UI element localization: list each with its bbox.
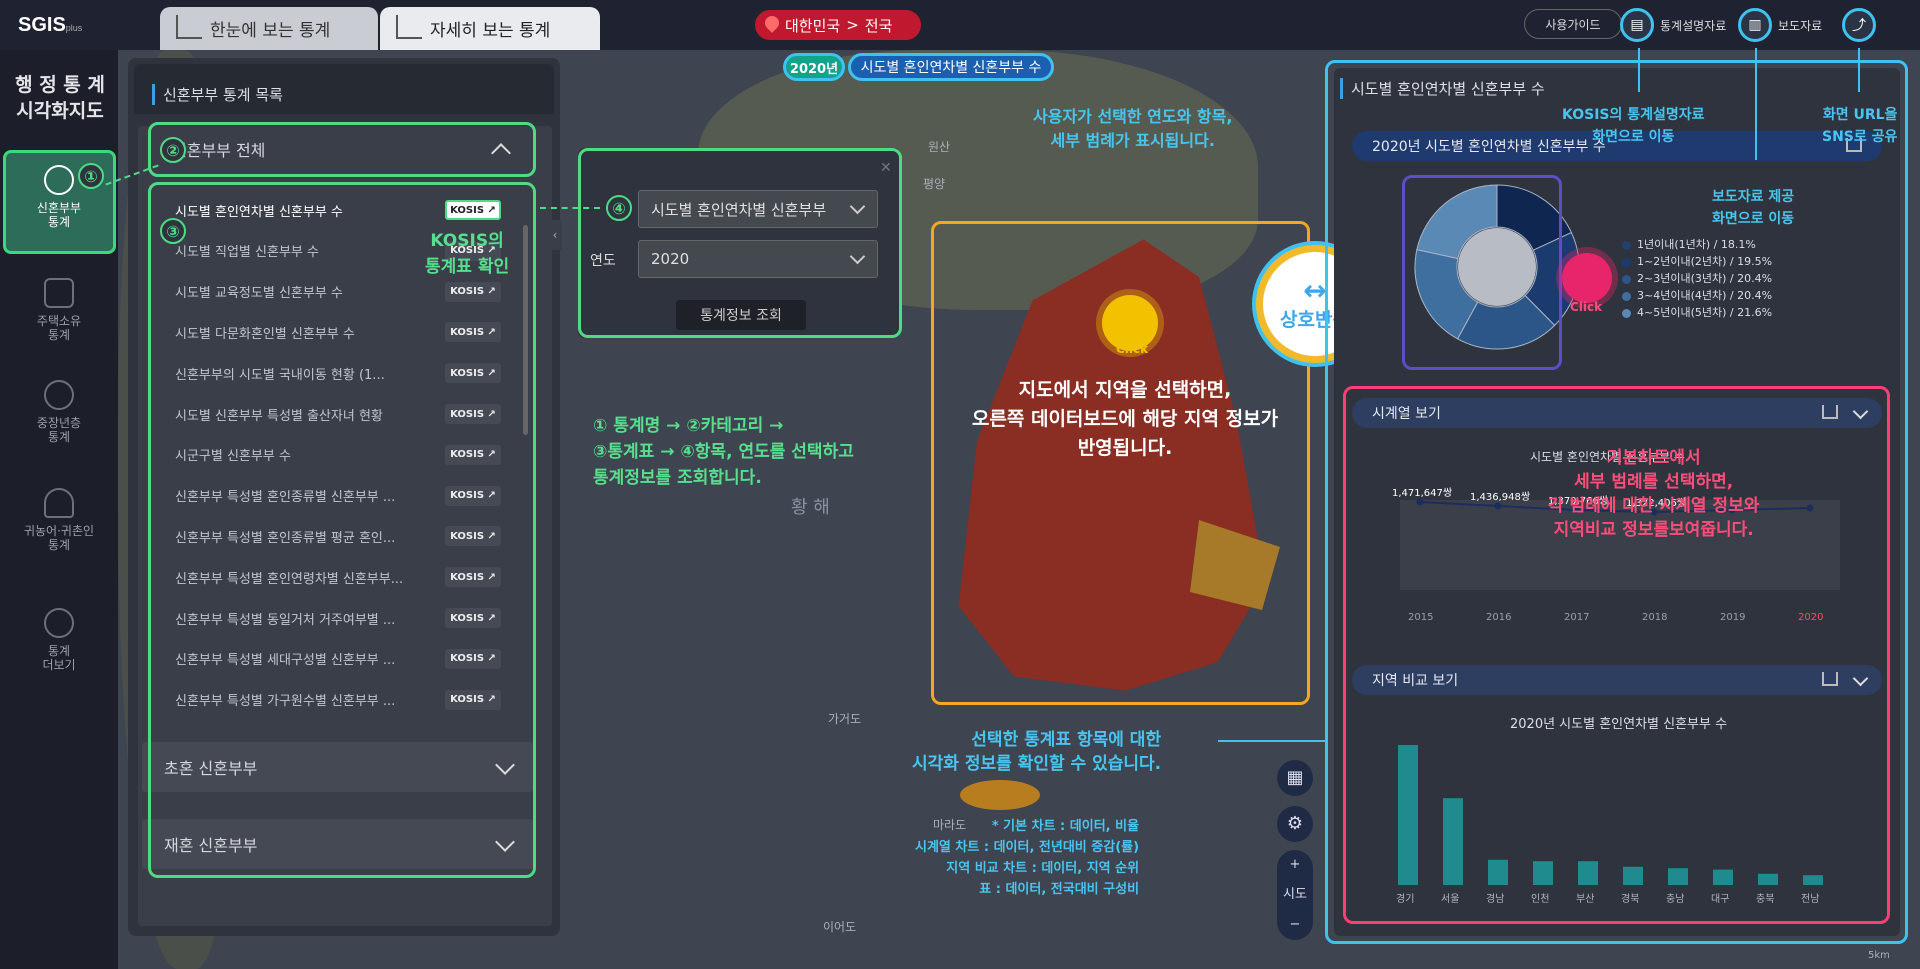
press-note: 보도자료 제공 화면으로 이동 (1712, 189, 1795, 227)
chart-icon (176, 15, 202, 39)
zoom-out-button[interactable]: − (1277, 910, 1313, 940)
top-bar: SGISplus 한눈에 보는 통계 자세히 보는 통계 대한민국 > 전국 사용가… (0, 0, 1920, 50)
tab-overview[interactable]: 한눈에 보는 통계 (160, 7, 378, 50)
jeju-polygon[interactable] (960, 780, 1040, 810)
timeseries-note: 기본차트에서 세부 범례를 선택하면, 각 범례에 대한 시계열 정보와 지역비… (1548, 448, 1760, 540)
highlight-map (931, 221, 1310, 705)
person-icon (44, 380, 74, 410)
scale-bar: 5km (1868, 950, 1890, 961)
connector (540, 207, 600, 209)
nav-item-rural[interactable]: 귀농어·귀촌인 통계 (0, 488, 118, 552)
city-label: 평양 (923, 177, 946, 191)
document-icon: ▤ (1620, 8, 1654, 42)
city-label: 원산 (928, 140, 951, 154)
book-icon: ▥ (1738, 8, 1772, 42)
zoom-in-button[interactable]: + (1277, 850, 1313, 880)
press-link[interactable]: ▥ 보도자료 (1738, 8, 1822, 42)
panel-header: 신혼부부 통계 목록 (134, 64, 554, 114)
nav-item-housing[interactable]: 주택소유 통계 (0, 278, 118, 342)
guide-button[interactable]: 사용가이드 (1524, 9, 1622, 39)
click-label: Click (1116, 342, 1149, 356)
collapse-handle[interactable]: ‹ (548, 220, 562, 250)
highlight-list (148, 182, 536, 878)
panel-title: 신혼부부 통계 목록 (152, 84, 283, 105)
step-number: ② (160, 137, 186, 163)
settings-button[interactable]: ⚙ (1277, 806, 1313, 842)
zoom-control[interactable]: + 시도 − (1277, 850, 1313, 940)
connector (1638, 48, 1640, 92)
map-center-note: 지도에서 지역을 선택하면, 오른쪽 데이터보드에 해당 지역 정보가 반영됩니… (971, 379, 1279, 459)
kosis-note: KOSIS의 통계표 확인 (425, 231, 510, 277)
layout-button[interactable]: ▦ (1277, 760, 1313, 796)
connector (1755, 48, 1757, 160)
stats-description-link[interactable]: ▤ 통계설명자료 (1620, 8, 1726, 42)
nav-title: 행 정 통 계 시각화지도 (15, 74, 105, 122)
tree-icon (44, 488, 74, 518)
tab-detail[interactable]: 자세히 보는 통계 (380, 7, 600, 50)
city-label: 이어도 (823, 920, 857, 934)
share-note: 화면 URL을 SNS로 공유 (1822, 107, 1898, 145)
kosis-link-note: KOSIS의 통계설명자료 화면으로 이동 (1562, 107, 1705, 145)
couple-icon (44, 165, 74, 195)
step-number: ③ (160, 218, 186, 244)
step-number: ④ (606, 195, 632, 221)
pie-icon (44, 608, 74, 638)
step-number: ① (78, 163, 104, 189)
arrows-icon: ↔ (1303, 273, 1327, 307)
chart-types-note: * 기본 차트 : 데이터, 비율 시계열 차트 : 데이터, 전년대비 증감(… (915, 819, 1140, 897)
logo[interactable]: SGISplus (18, 14, 82, 37)
highlight-category (148, 122, 536, 177)
highlight-selector (578, 148, 902, 338)
share-icon: ⤴ (1842, 8, 1876, 42)
nav-item-middle-aged[interactable]: 중장년층 통계 (0, 380, 118, 444)
dashboard-note: 선택한 통계표 항목에 대한 시각화 정보를 확인할 수 있습니다. (912, 730, 1162, 774)
house-icon (44, 278, 74, 308)
sea-label: 황 해 (791, 497, 830, 518)
city-label: 가거도 (828, 712, 862, 726)
connector (1858, 48, 1860, 92)
connector (1218, 740, 1328, 742)
location-pin-icon (762, 13, 782, 33)
steps-note: ① 통계명 → ②카테고리 → ③통계표 → ④항목, 연도를 선택하고 통계정… (593, 416, 854, 488)
region-selector[interactable]: 대한민국 > 전국 (755, 10, 921, 40)
title-badge: 시도별 혼인연차별 신혼부부 수 (848, 53, 1054, 81)
share-button[interactable]: ⤴ (1842, 8, 1876, 42)
map-top-note: 사용자가 선택한 연도와 항목, 세부 범례가 표시됩니다. (1033, 107, 1233, 150)
year-badge: 2020년 (783, 53, 845, 81)
nav-item-more[interactable]: 통계 더보기 (0, 608, 118, 672)
chart-search-icon (396, 15, 422, 39)
